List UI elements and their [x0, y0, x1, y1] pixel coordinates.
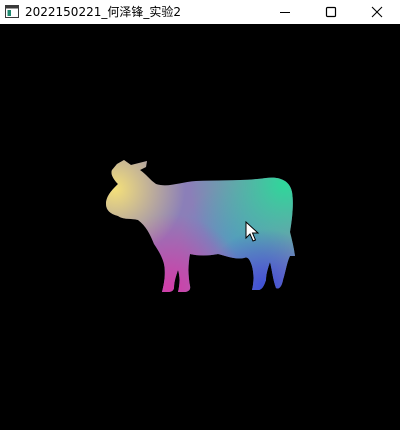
cow-silhouette — [106, 160, 295, 292]
close-button[interactable] — [354, 0, 400, 24]
maximize-button[interactable] — [308, 0, 354, 24]
render-canvas[interactable] — [0, 24, 400, 430]
minimize-button[interactable] — [262, 0, 308, 24]
maximize-icon — [325, 6, 337, 18]
cow-scene — [106, 160, 295, 292]
window-title: 2022150221_何泽锋_实验2 — [25, 5, 181, 19]
minimize-icon — [280, 12, 290, 13]
window-app-icon — [5, 5, 19, 18]
application-window: 2022150221_何泽锋_实验2 — [0, 0, 400, 430]
title-bar[interactable]: 2022150221_何泽锋_实验2 — [0, 0, 400, 24]
close-icon — [371, 6, 383, 18]
